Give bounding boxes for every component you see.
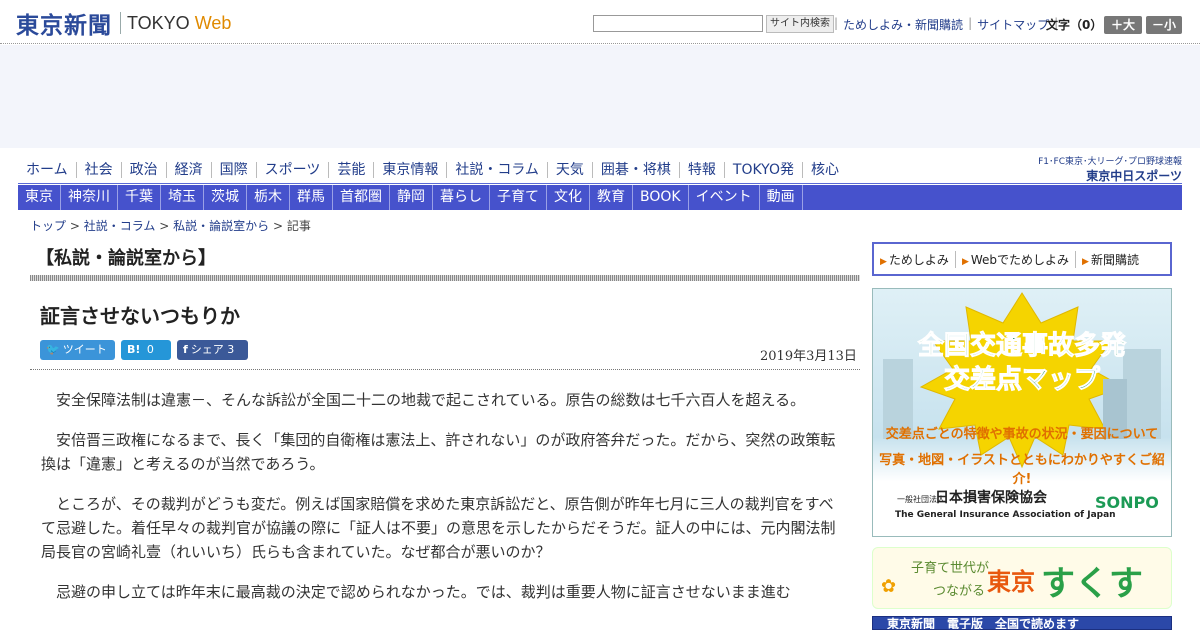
site-search-button[interactable]: サイト内検索 xyxy=(766,15,834,33)
regional-nav-item[interactable]: 東京 xyxy=(18,185,61,210)
regional-nav-item[interactable]: 子育て xyxy=(490,185,547,210)
header-link-sitemap[interactable]: サイトマップ xyxy=(972,16,1054,33)
facebook-icon: f xyxy=(183,343,188,356)
hatena-bookmark-button[interactable]: B! 0 xyxy=(121,340,171,360)
subscribe-trial-link[interactable]: ▶ ためしよみ xyxy=(874,250,956,268)
facebook-share-count: 3 xyxy=(227,343,235,356)
tweet-label: ツイート xyxy=(62,343,107,356)
top-ad-banner[interactable] xyxy=(0,45,1200,148)
regional-nav-item[interactable]: 文化 xyxy=(547,185,590,210)
regional-nav-item[interactable]: 暮らし xyxy=(433,185,490,210)
site-logo[interactable]: 東京新聞 TOKYO Web xyxy=(16,9,232,39)
ad-traffic-org: 日本損害保険協会 xyxy=(935,490,1047,506)
primary-nav-item[interactable]: 天気 xyxy=(548,162,593,178)
ad-digital-edition[interactable]: 東京新聞 電子版 全国で読めます xyxy=(872,616,1172,630)
regional-nav-item[interactable]: 教育 xyxy=(590,185,633,210)
primary-nav-underline xyxy=(18,183,1182,184)
primary-nav-item[interactable]: ホーム xyxy=(18,162,77,178)
primary-nav-item[interactable]: 東京情報 xyxy=(374,162,448,178)
breadcrumb-top[interactable]: トップ xyxy=(30,219,66,233)
header-links: | ためしよみ・新聞購読 | サイトマップ | xyxy=(834,16,1059,33)
ad-traffic-desc-2: 写真・地図・イラストとともにわかりやすくご紹介! xyxy=(879,453,1165,487)
font-smaller-button[interactable]: －小 xyxy=(1146,16,1182,34)
primary-nav-item[interactable]: 社会 xyxy=(77,162,122,178)
article-body: 安全保障法制は違憲－、そんな訴訟が全国二十二の地裁で起こされている。原告の総数は… xyxy=(41,388,841,620)
primary-nav-item[interactable]: 経済 xyxy=(167,162,212,178)
sponsor-tagline: F1･FC東京･大リーグ･プロ野球速報 xyxy=(1038,157,1182,167)
sponsor-name: 東京中日スポーツ xyxy=(1086,169,1182,183)
triangle-right-icon: ▶ xyxy=(961,256,969,267)
regional-nav-item[interactable]: 静岡 xyxy=(390,185,433,210)
regional-nav-item[interactable]: 千葉 xyxy=(118,185,161,210)
ad-sukusuku-city: 東京 xyxy=(987,568,1035,596)
breadcrumb: トップ > 社説・コラム > 私説・論説室から > 記事 xyxy=(30,219,311,233)
primary-nav: ホーム 社会 政治 経済 国際 スポーツ 芸能 東京情報 社説・コラム 天気 囲碁・将棋 特報 TOKY… xyxy=(18,158,847,182)
font-size-label: 文字（0） xyxy=(1046,18,1103,32)
regional-nav-item[interactable]: 動画 xyxy=(760,185,803,210)
logo-en-tokyo: TOKYO xyxy=(127,12,190,33)
article-date: 2019年3月13日 xyxy=(760,349,857,364)
flower-icon: ✿ xyxy=(881,576,897,597)
twitter-bird-icon: 🐦 xyxy=(46,343,60,356)
font-larger-button[interactable]: ＋大 xyxy=(1104,16,1142,34)
breadcrumb-editorial[interactable]: 社説・コラム xyxy=(84,219,156,233)
hatena-count: 0 xyxy=(146,343,154,356)
primary-nav-item[interactable]: スポーツ xyxy=(257,162,330,178)
ad-traffic-org-en: The General Insurance Association of Jap… xyxy=(895,510,1116,520)
ad-traffic-accident-map[interactable]: 全国交通事故多発 交差点マップ 交差点ごとの特徴や事故の状況・要因について 写真… xyxy=(872,288,1172,537)
article-paragraph: ところが、その裁判がどうも変だ。例えば国家賠償を求めた東京訴訟だと、原告側が昨年… xyxy=(41,495,836,561)
tweet-button[interactable]: 🐦 ツイート xyxy=(40,340,115,360)
ad-traffic-headline-1: 全国交通事故多発 xyxy=(917,331,1126,362)
breadcrumb-current: 記事 xyxy=(286,219,311,233)
logo-jp: 東京新聞 xyxy=(16,12,112,39)
primary-nav-item[interactable]: 芸能 xyxy=(329,162,375,178)
ad-sukusuku-line-2: つながる xyxy=(933,584,986,599)
section-title: 【私説・論説室から】 xyxy=(36,248,216,269)
facebook-share-label: シェア xyxy=(190,343,224,356)
facebook-share-button[interactable]: f シェア 3 xyxy=(177,340,248,360)
primary-nav-item[interactable]: 政治 xyxy=(122,162,167,178)
regional-nav-item[interactable]: 首都圏 xyxy=(333,185,390,210)
regional-nav-item[interactable]: 栃木 xyxy=(247,185,290,210)
section-divider xyxy=(30,275,860,281)
primary-nav-item[interactable]: 囲碁・将棋 xyxy=(593,162,680,178)
ad-traffic-headline-2: 交差点マップ xyxy=(943,365,1100,396)
regional-nav: 東京 神奈川 千葉 埼玉 茨城 栃木 群馬 首都圏 静岡 暮らし 子育て 文化 教育 BOOK イベント 動画 xyxy=(18,185,1182,210)
logo-en-web: Web xyxy=(194,12,232,33)
triangle-right-icon: ▶ xyxy=(880,256,887,267)
ad-sukusuku-brand: すくすく xyxy=(1041,564,1143,604)
sponsor-chunichi-sports[interactable]: F1･FC東京･大リーグ･プロ野球速報 東京中日スポーツ xyxy=(1026,154,1182,184)
regional-nav-item[interactable]: 埼玉 xyxy=(161,185,204,210)
ad-traffic-desc-1: 交差点ごとの特徴や事故の状況・要因について xyxy=(885,427,1159,442)
logo-divider xyxy=(120,12,121,34)
subscribe-newspaper-link[interactable]: ▶ 新聞購読 xyxy=(1076,251,1145,268)
regional-nav-item[interactable]: BOOK xyxy=(633,185,689,210)
article-paragraph: 安倍晋三政権になるまで、長く「集団的自衛権は憲法上、許されない」のが政府答弁だっ… xyxy=(41,431,836,473)
regional-nav-item[interactable]: 茨城 xyxy=(204,185,247,210)
regional-nav-item[interactable]: イベント xyxy=(689,185,760,210)
site-search-input[interactable] xyxy=(593,15,763,32)
ad-digital-edition-text: 東京新聞 電子版 全国で読めます xyxy=(887,617,1080,630)
article-paragraph: 安全保障法制は違憲－、そんな訴訟が全国二十二の地裁で起こされている。原告の総数は… xyxy=(56,391,806,409)
triangle-right-icon: ▶ xyxy=(1082,256,1089,267)
ad-tokyo-sukusuku[interactable]: ✿ 子育て世代が つながる 東京 すくすく xyxy=(872,547,1172,609)
sonpo-logo: SONPO xyxy=(1095,493,1159,512)
primary-nav-item[interactable]: 国際 xyxy=(212,162,257,178)
primary-nav-item[interactable]: TOKYO発 xyxy=(725,162,803,178)
subscribe-bar: ▶ ためしよみ ▶ Webでためしよみ ▶ 新聞購読 xyxy=(872,242,1172,276)
article-paragraph: 忌避の申し立ては昨年末に最高裁の決定で認められなかった。では、裁判は重要人物に証… xyxy=(56,583,791,601)
regional-nav-item[interactable]: 群馬 xyxy=(290,185,333,210)
article-divider xyxy=(30,369,860,370)
primary-nav-item[interactable]: 特報 xyxy=(680,162,725,178)
site-header: 東京新聞 TOKYO Web サイト内検索 | ためしよみ・新聞購読 | サイト… xyxy=(0,0,1200,44)
ad-sukusuku-line-1: 子育て世代が xyxy=(911,561,990,576)
regional-nav-item[interactable]: 神奈川 xyxy=(61,185,118,210)
header-link-subscribe[interactable]: ためしよみ・新聞購読 xyxy=(838,16,968,33)
subscribe-web-trial-link[interactable]: ▶ Webでためしよみ xyxy=(956,250,1077,268)
breadcrumb-column[interactable]: 私説・論説室から xyxy=(173,219,269,233)
hatena-icon: B! xyxy=(127,343,141,356)
primary-nav-item[interactable]: 社説・コラム xyxy=(447,162,548,178)
article-title: 証言させないつもりか xyxy=(40,304,240,328)
primary-nav-item[interactable]: 核心 xyxy=(803,162,847,178)
